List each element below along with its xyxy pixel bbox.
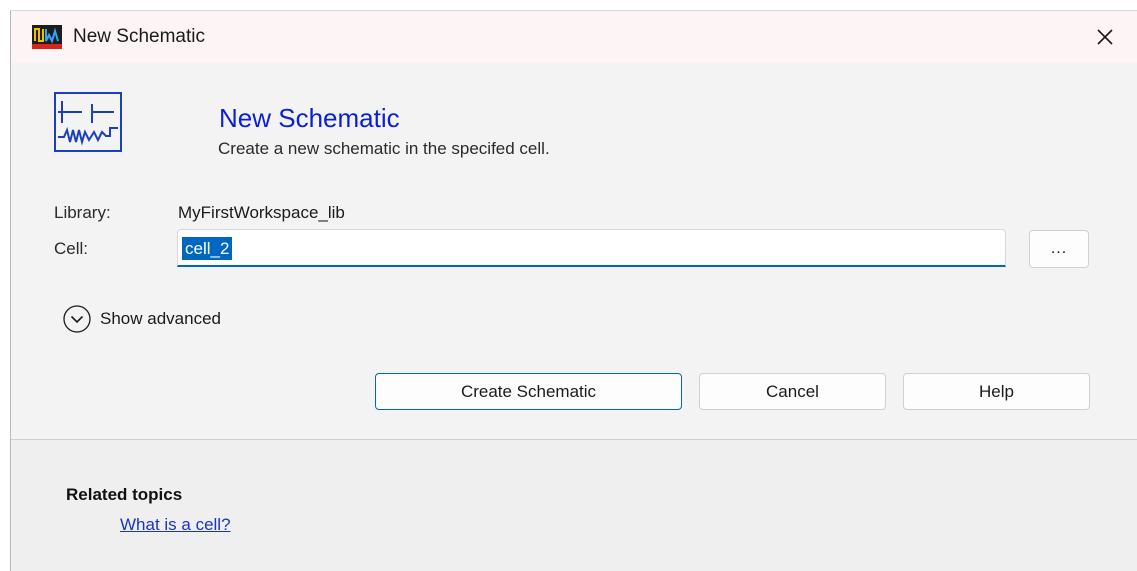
header-description: Create a new schematic in the specifed c… [218, 139, 550, 158]
schematic-icon [54, 92, 122, 152]
dialog-body: New Schematic Create a new schematic in … [11, 63, 1137, 439]
related-topics-title: Related topics [66, 485, 183, 504]
chevron-down-circle-icon [63, 305, 91, 333]
what-is-a-cell-link[interactable]: What is a cell? [120, 515, 231, 535]
cell-label: Cell: [54, 239, 89, 258]
library-value: MyFirstWorkspace_lib [178, 203, 345, 222]
title-bar: New Schematic [11, 11, 1137, 63]
show-advanced-toggle[interactable]: Show advanced [62, 304, 221, 334]
show-advanced-label: Show advanced [100, 309, 221, 328]
new-schematic-dialog: New Schematic New Schematic Create a new… [10, 10, 1137, 571]
related-topics-panel: Related topics What is a cell? [11, 439, 1137, 571]
create-schematic-button[interactable]: Create Schematic [375, 373, 682, 410]
window-title: New Schematic [73, 26, 205, 47]
library-label: Library: [54, 203, 111, 222]
close-icon [1097, 29, 1113, 45]
help-button[interactable]: Help [903, 373, 1090, 410]
header-title: New Schematic [219, 103, 400, 133]
close-button[interactable] [1083, 15, 1127, 59]
cell-input-value: cell_2 [182, 237, 233, 260]
cell-input[interactable]: cell_2 [177, 229, 1006, 267]
schematic-app-icon [32, 25, 62, 49]
browse-cell-button[interactable]: ... [1029, 230, 1089, 268]
cancel-button[interactable]: Cancel [699, 373, 886, 410]
